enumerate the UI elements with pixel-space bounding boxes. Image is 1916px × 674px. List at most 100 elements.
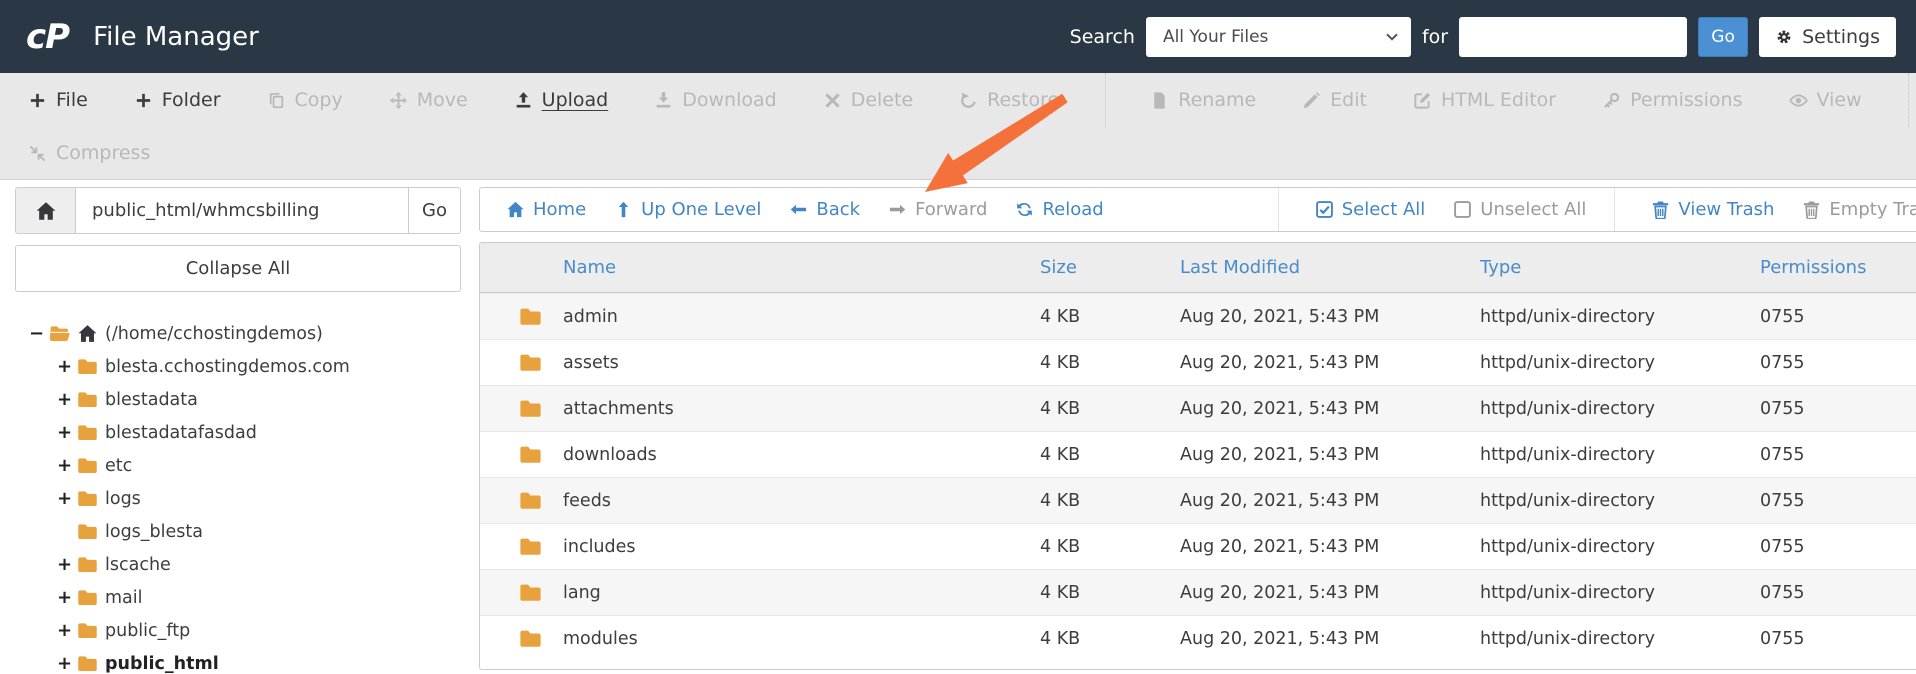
file-name[interactable]: lang: [563, 583, 601, 603]
nav-item-reload[interactable]: Reload: [1015, 188, 1104, 231]
tree-expander[interactable]: +: [57, 422, 77, 443]
file-name-cell[interactable]: modules: [480, 627, 1040, 650]
collapse-all-button[interactable]: Collapse All: [15, 245, 461, 292]
tree-item-label[interactable]: blestadatafasdad: [105, 423, 257, 443]
file-name[interactable]: includes: [563, 537, 636, 557]
column-header-name[interactable]: Name: [480, 257, 1040, 278]
file-size: 4 KB: [1040, 306, 1081, 327]
tree-item-label[interactable]: logs: [105, 489, 141, 509]
tree-item-lscache[interactable]: + lscache: [15, 548, 461, 581]
file-type: httpd/unix-directory: [1480, 352, 1655, 373]
file-size: 4 KB: [1040, 582, 1081, 603]
column-header-permissions[interactable]: Permissions: [1760, 257, 1916, 278]
file-name-cell[interactable]: feeds: [480, 489, 1040, 512]
file-name[interactable]: modules: [563, 629, 638, 649]
tree-expander[interactable]: +: [57, 620, 77, 641]
nav-item-back[interactable]: Back: [789, 188, 860, 231]
file-name-cell[interactable]: attachments: [480, 397, 1040, 420]
tree-expander[interactable]: +: [57, 356, 77, 377]
tree-item-public-ftp[interactable]: + public_ftp: [15, 614, 461, 647]
includes[interactable]: includes 4 KB Aug 20, 2021, 5:43 PM http…: [480, 523, 1916, 569]
file-name[interactable]: assets: [563, 353, 619, 373]
file-name-cell[interactable]: assets: [480, 351, 1040, 374]
nav-item-home[interactable]: Home: [506, 188, 586, 231]
tree-item-logs[interactable]: + logs: [15, 482, 461, 515]
modules[interactable]: modules 4 KB Aug 20, 2021, 5:43 PM httpd…: [480, 615, 1916, 661]
tree-expander[interactable]: +: [57, 488, 77, 509]
file-name[interactable]: feeds: [563, 491, 611, 511]
file-name-cell[interactable]: downloads: [480, 443, 1040, 466]
nav-item-select-all[interactable]: Select All: [1277, 188, 1425, 231]
toolbar-item-rename[interactable]: Rename: [1105, 73, 1256, 127]
assets[interactable]: assets 4 KB Aug 20, 2021, 5:43 PM httpd/…: [480, 339, 1916, 385]
file-modified: Aug 20, 2021, 5:43 PM: [1180, 582, 1380, 603]
attachments[interactable]: attachments 4 KB Aug 20, 2021, 5:43 PM h…: [480, 385, 1916, 431]
tree-item-blestadata[interactable]: + blestadata: [15, 383, 461, 416]
toolbar-item-compress[interactable]: Compress: [28, 127, 150, 179]
tree-item-label[interactable]: public_ftp: [105, 621, 190, 641]
nav-item-unselect-all[interactable]: Unselect All: [1453, 188, 1586, 231]
tree-expander[interactable]: −: [29, 323, 49, 344]
file-name[interactable]: admin: [563, 307, 618, 327]
file-name-cell[interactable]: lang: [480, 581, 1040, 604]
tree-item-logs-blesta[interactable]: logs_blesta: [15, 515, 461, 548]
toolbar-item-copy[interactable]: Copy: [267, 73, 343, 127]
toolbar-item-restore[interactable]: Restore: [959, 73, 1059, 127]
toolbar-item-permissions[interactable]: Permissions: [1602, 73, 1743, 127]
tree-item-blesta-cchostingdemos-com[interactable]: + blesta.cchostingdemos.com: [15, 350, 461, 383]
search-scope-select[interactable]: All Your Files: [1145, 16, 1411, 57]
column-header-size[interactable]: Size: [1040, 257, 1180, 278]
downloads[interactable]: downloads 4 KB Aug 20, 2021, 5:43 PM htt…: [480, 431, 1916, 477]
tree-item-home-root[interactable]: − (/home/cchostingdemos): [15, 317, 461, 350]
tree-item-etc[interactable]: + etc: [15, 449, 461, 482]
tree-expander[interactable]: +: [57, 587, 77, 608]
tree-item-blestadatafasdad[interactable]: + blestadatafasdad: [15, 416, 461, 449]
column-header-last-modified[interactable]: Last Modified: [1180, 257, 1480, 278]
feeds[interactable]: feeds 4 KB Aug 20, 2021, 5:43 PM httpd/u…: [480, 477, 1916, 523]
nav-item-up-one-level[interactable]: Up One Level: [614, 188, 761, 231]
toolbar-item-delete[interactable]: Delete: [823, 73, 913, 127]
toolbar-item-move[interactable]: Move: [389, 73, 468, 127]
file-name[interactable]: attachments: [563, 399, 674, 419]
admin[interactable]: admin 4 KB Aug 20, 2021, 5:43 PM httpd/u…: [480, 293, 1916, 339]
toolbar-item-folder[interactable]: Folder: [134, 73, 221, 127]
toolbar-item-html-editor[interactable]: HTML Editor: [1413, 73, 1556, 127]
file-permissions: 0755: [1760, 490, 1805, 511]
path-go-button[interactable]: Go: [409, 187, 461, 234]
file-name-cell[interactable]: includes: [480, 535, 1040, 558]
tree-item-label[interactable]: public_html: [105, 654, 219, 674]
search-go-button[interactable]: Go: [1698, 16, 1749, 57]
tree-item-label[interactable]: logs_blesta: [105, 522, 203, 542]
tree-expander[interactable]: +: [57, 653, 77, 674]
tree-item-mail[interactable]: + mail: [15, 581, 461, 614]
home-path-button[interactable]: [15, 187, 75, 234]
tree-expander[interactable]: +: [57, 455, 77, 476]
home-icon: [35, 200, 57, 222]
tree-expander[interactable]: +: [57, 554, 77, 575]
column-header-type[interactable]: Type: [1480, 257, 1760, 278]
file-name-cell[interactable]: admin: [480, 305, 1040, 328]
tree-item-label[interactable]: blesta.cchostingdemos.com: [105, 357, 350, 377]
tree-item-label[interactable]: (/home/cchostingdemos): [105, 324, 323, 344]
lang[interactable]: lang 4 KB Aug 20, 2021, 5:43 PM httpd/un…: [480, 569, 1916, 615]
toolbar-item-file[interactable]: File: [28, 73, 88, 127]
tree-expander[interactable]: +: [57, 389, 77, 410]
path-input[interactable]: [75, 187, 409, 234]
nav-item-forward[interactable]: Forward: [888, 188, 987, 231]
toolbar-item-upload[interactable]: Upload: [514, 73, 608, 127]
tree-item-label[interactable]: etc: [105, 456, 132, 476]
toolbar-item-extract[interactable]: Extract: [1907, 73, 1916, 127]
tree-item-label[interactable]: blestadata: [105, 390, 198, 410]
search-input[interactable]: [1459, 16, 1688, 57]
toolbar-item-download[interactable]: Download: [654, 73, 777, 127]
toolbar-item-edit[interactable]: Edit: [1302, 73, 1367, 127]
nav-item-empty-trash[interactable]: Empty Trash: [1802, 188, 1916, 231]
file-type: httpd/unix-directory: [1480, 628, 1655, 649]
toolbar-item-view[interactable]: View: [1789, 73, 1862, 127]
settings-button[interactable]: Settings: [1759, 16, 1896, 57]
file-name[interactable]: downloads: [563, 445, 657, 465]
nav-item-view-trash[interactable]: View Trash: [1614, 188, 1774, 231]
tree-item-label[interactable]: mail: [105, 588, 143, 608]
tree-item-public-html[interactable]: + public_html: [15, 647, 461, 674]
tree-item-label[interactable]: lscache: [105, 555, 171, 575]
